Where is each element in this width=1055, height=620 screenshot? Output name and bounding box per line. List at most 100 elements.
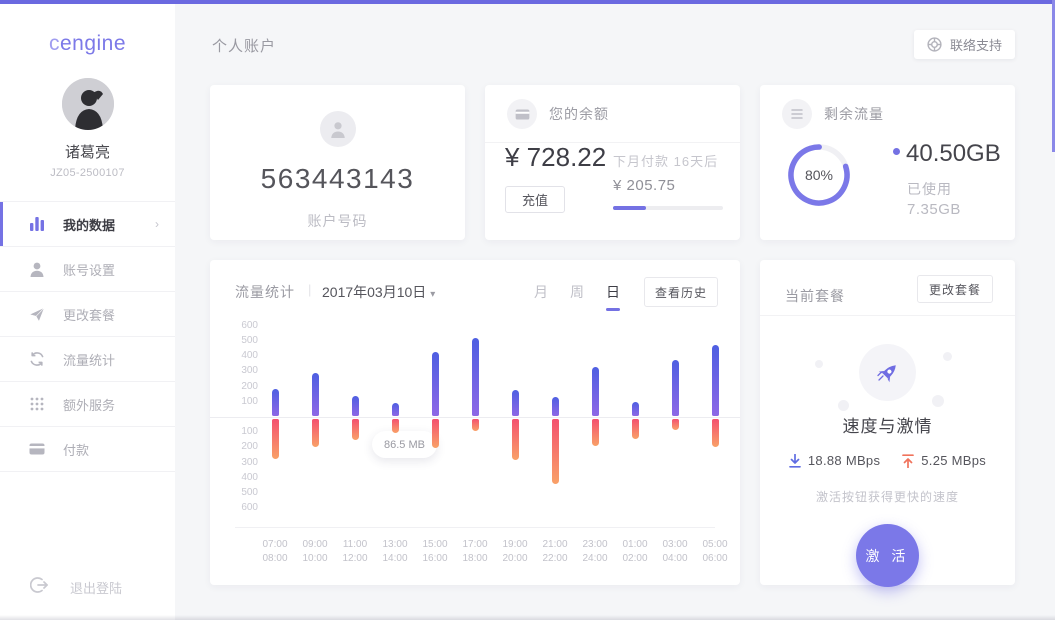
bar-chart-icon	[28, 215, 46, 233]
x-axis-tick: 01:0002:00	[615, 538, 655, 566]
bottom-shadow-edge	[0, 615, 1055, 620]
bar-download[interactable]	[512, 390, 519, 416]
bar-upload[interactable]	[712, 419, 719, 447]
bar-upload[interactable]	[472, 419, 479, 431]
sidebar-item-change-plan[interactable]: 更改套餐	[0, 292, 175, 337]
bar-upload[interactable]	[352, 419, 359, 440]
x-axis-tick: 23:0024:00	[575, 538, 615, 566]
credit-card-icon	[28, 440, 46, 458]
bar-upload[interactable]	[392, 419, 399, 433]
deco-dot	[932, 395, 944, 407]
logo: cengine	[0, 32, 175, 56]
current-plan-card: 当前套餐 更改套餐 速度与激情	[760, 260, 1015, 585]
rocket-icon	[875, 360, 901, 386]
remaining-data-header: 剩余流量	[760, 85, 1015, 129]
x-axis-tick: 03:0004:00	[655, 538, 695, 566]
main-content: 个人账户 联络支持 563443143 账户号码 您的余额 ¥ 728.22 充…	[175, 4, 1055, 620]
refresh-icon	[28, 350, 46, 368]
sidebar: cengine 诸葛亮 JZ05-2500107 我的数据 › 账号设置	[0, 4, 175, 620]
sidebar-item-traffic-stats[interactable]: 流量统计	[0, 337, 175, 382]
sidebar-item-extra-services[interactable]: 额外服务	[0, 382, 175, 427]
x-axis-tick: 07:0008:00	[255, 538, 295, 566]
bar-upload[interactable]	[672, 419, 679, 430]
used-label: 已使用	[907, 179, 952, 199]
bar-download[interactable]	[592, 367, 599, 416]
upload-speed: 5.25 MBps	[902, 453, 986, 468]
payment-progress-track	[613, 206, 723, 210]
bar-download[interactable]	[392, 403, 399, 416]
next-payment-label: 下月付款 16天后	[613, 151, 718, 170]
list-icon	[782, 99, 812, 129]
bar-download[interactable]	[632, 402, 639, 416]
bar-download[interactable]	[432, 352, 439, 416]
x-axis-tick: 17:0018:00	[455, 538, 495, 566]
support-button[interactable]: 联络支持	[914, 30, 1015, 59]
avatar-photo	[62, 78, 114, 130]
y-axis-tick: 600	[228, 320, 258, 331]
y-axis-tick: 100	[228, 426, 258, 437]
next-payment-amount: ¥ 205.75	[613, 177, 675, 194]
y-axis-tick: 200	[228, 381, 258, 392]
deco-dot	[943, 352, 952, 361]
x-axis-tick: 19:0020:00	[495, 538, 535, 566]
x-axis-tick: 21:0022:00	[535, 538, 575, 566]
bar-upload[interactable]	[432, 419, 439, 448]
account-number: 563443143	[210, 163, 465, 195]
grid-icon	[28, 395, 46, 413]
traffic-chart-card: 流量统计 | 2017年03月10日▾ 月 周 日 查看历史 86.5 MB 6…	[210, 260, 740, 585]
activate-button[interactable]: 激 活	[856, 524, 919, 587]
bar-download[interactable]	[672, 360, 679, 416]
bar-download[interactable]	[312, 373, 319, 416]
plan-title: 当前套餐	[785, 286, 845, 306]
bar-download[interactable]	[712, 345, 719, 416]
remaining-amount: 40.50GB	[906, 140, 1001, 168]
bar-download[interactable]	[472, 338, 479, 416]
remaining-data-card: 剩余流量 80% 40.50GB 已使用 7.35GB	[760, 85, 1015, 240]
used-amount: 7.35GB	[907, 201, 961, 218]
recharge-button[interactable]: 充值	[505, 186, 565, 213]
chevron-right-icon: ›	[155, 217, 159, 231]
plan-name: 速度与激情	[760, 412, 1015, 437]
account-number-label: 账户号码	[210, 211, 465, 231]
x-axis-tick: 11:0012:00	[335, 538, 375, 566]
y-axis-tick: 200	[228, 441, 258, 452]
bar-upload[interactable]	[312, 419, 319, 447]
x-axis-tick: 13:0014:00	[375, 538, 415, 566]
y-axis-tick: 400	[228, 472, 258, 483]
balance-card-header: 您的余额	[485, 85, 740, 129]
bar-download[interactable]	[272, 389, 279, 416]
y-axis-tick: 100	[228, 396, 258, 407]
user-id: JZ05-2500107	[0, 167, 175, 179]
page-title: 个人账户	[212, 35, 276, 56]
change-plan-button[interactable]: 更改套餐	[917, 275, 993, 303]
bar-upload[interactable]	[552, 419, 559, 484]
bar-upload[interactable]	[272, 419, 279, 459]
account-user-icon	[320, 111, 356, 147]
bar-download[interactable]	[552, 397, 559, 416]
y-axis-tick: 300	[228, 457, 258, 468]
y-axis-tick: 500	[228, 487, 258, 498]
x-axis-tick: 05:0006:00	[695, 538, 735, 566]
sidebar-item-payment[interactable]: 付款	[0, 427, 175, 472]
deco-dot	[838, 400, 849, 411]
bar-download[interactable]	[352, 396, 359, 416]
user-icon	[28, 260, 46, 278]
sidebar-item-my-data[interactable]: 我的数据 ›	[0, 202, 175, 247]
bar-upload[interactable]	[632, 419, 639, 439]
plane-icon	[28, 305, 46, 323]
bar-upload[interactable]	[512, 419, 519, 460]
wallet-icon	[507, 99, 537, 129]
sidebar-menu: 我的数据 › 账号设置 更改套餐 流量统计 额外服务	[0, 201, 175, 472]
y-axis-tick: 600	[228, 502, 258, 513]
sidebar-item-account-settings[interactable]: 账号设置	[0, 247, 175, 292]
support-lifering-icon	[927, 37, 942, 52]
purple-dot-icon	[893, 148, 900, 155]
logout-icon	[30, 577, 48, 598]
download-speed: 18.88 MBps	[789, 453, 880, 468]
chart-bottom-line	[235, 527, 715, 528]
activate-hint: 激活按钮获得更快的速度	[760, 488, 1015, 505]
bar-upload[interactable]	[592, 419, 599, 446]
logout-button[interactable]: 退出登陆	[0, 577, 122, 598]
user-name: 诸葛亮	[0, 141, 175, 162]
chart-baseline	[210, 417, 740, 418]
